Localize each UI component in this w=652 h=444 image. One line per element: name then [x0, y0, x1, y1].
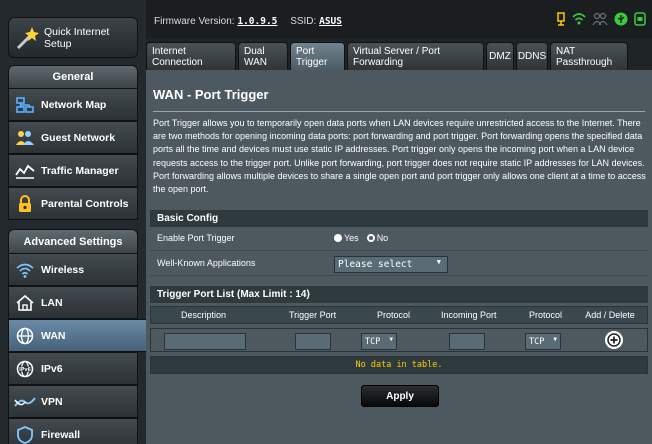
tab-bar: Internet Connection Dual WAN Port Trigge…	[146, 42, 652, 70]
protocol-value: TCP	[365, 336, 381, 347]
tab-virtual-server[interactable]: Virtual Server / Port Forwarding	[347, 42, 484, 70]
ipv6-icon: IPv6	[9, 360, 41, 378]
ssid-value[interactable]: ASUS	[319, 16, 342, 27]
clients-icon[interactable]	[592, 12, 608, 26]
advanced-settings-header: Advanced Settings	[8, 229, 138, 255]
firmware-version-link[interactable]: 1.0.9.5	[237, 16, 277, 27]
well-known-apps-row: Well-Known Applications Please select ▼	[150, 252, 648, 276]
magic-wand-icon	[9, 20, 44, 56]
col-description: Description	[181, 310, 227, 320]
page-title: WAN - Port Trigger	[153, 87, 269, 102]
top-status-bar: Firmware Version: 1.0.9.5 SSID: ASUS	[146, 0, 652, 38]
sidebar-item-lan[interactable]: LAN	[8, 286, 138, 319]
qis-label: Quick Internet Setup	[43, 25, 110, 50]
radio-yes[interactable]	[334, 234, 342, 242]
protocol-select-2[interactable]: TCP ▼	[525, 333, 561, 350]
sidebar-item-vpn[interactable]: VPN	[8, 385, 138, 418]
tab-ddns[interactable]: DDNS	[516, 42, 548, 70]
general-header: General	[8, 65, 138, 89]
sidebar-item-label: LAN	[41, 296, 63, 309]
notification-icon[interactable]	[556, 12, 566, 26]
chevron-down-icon: ▼	[553, 336, 557, 343]
sidebar-item-label: WAN	[41, 329, 66, 342]
main-panel: WAN - Port Trigger Port Trigger allows y…	[146, 70, 652, 444]
tab-nat-passthrough[interactable]: NAT Passthrough	[550, 42, 628, 70]
sidebar-item-guest-network[interactable]: Guest Network	[8, 121, 138, 154]
sidebar-item-label: Wireless	[41, 263, 85, 276]
svg-text:IPv6: IPv6	[19, 367, 31, 373]
radio-no[interactable]	[366, 234, 375, 242]
well-known-apps-select[interactable]: Please select ▼	[334, 256, 448, 273]
apply-button[interactable]: Apply	[361, 385, 439, 407]
sidebar-item-label: IPv6	[41, 362, 63, 375]
protocol-value-2: TCP	[529, 336, 545, 347]
enable-radio-group: Yes No	[334, 233, 388, 243]
col-trigger-port: Trigger Port	[289, 310, 337, 320]
well-known-apps-value: Please select	[338, 259, 413, 270]
no-data-message: No data in table.	[150, 356, 648, 374]
tab-dmz[interactable]: DMZ	[486, 42, 514, 70]
protocol-select[interactable]: TCP ▼	[361, 333, 397, 350]
wifi-icon	[9, 262, 41, 278]
incoming-port-input[interactable]	[449, 333, 485, 350]
enable-port-trigger-label: Enable Port Trigger	[157, 233, 235, 243]
chevron-down-icon: ▼	[389, 336, 393, 343]
sidebar-item-network-map[interactable]: Network Map	[8, 88, 138, 121]
tab-internet-connection[interactable]: Internet Connection	[146, 42, 236, 70]
col-add-delete: Add / Delete	[585, 310, 635, 320]
well-known-apps-label: Well-Known Applications	[157, 258, 256, 268]
ssid-label: SSID:	[290, 16, 317, 27]
trigger-input-row: TCP ▼ TCP ▼	[150, 328, 648, 352]
sidebar-item-parental-controls[interactable]: Parental Controls	[8, 187, 138, 220]
firewall-icon	[9, 425, 41, 444]
sidebar: Quick Internet Setup General Network Map…	[0, 0, 163, 444]
description-input[interactable]	[164, 333, 246, 350]
usb-icon[interactable]	[614, 12, 628, 26]
firmware-label: Firmware Version:	[154, 16, 235, 27]
sidebar-item-label: Network Map	[41, 98, 107, 111]
firmware-info: Firmware Version: 1.0.9.5 SSID: ASUS	[154, 16, 342, 27]
guest-network-icon	[9, 130, 41, 146]
sidebar-item-label: VPN	[41, 395, 63, 408]
col-protocol: Protocol	[377, 310, 411, 320]
vpn-icon	[9, 394, 41, 410]
wifi-status-icon[interactable]	[572, 12, 586, 26]
lock-icon	[9, 194, 41, 213]
home-icon	[9, 294, 41, 312]
sidebar-item-traffic-manager[interactable]: Traffic Manager	[8, 154, 138, 187]
title-divider	[153, 111, 645, 112]
sidebar-item-firewall[interactable]: Firewall	[8, 418, 138, 444]
sidebar-item-label: Firewall	[41, 428, 81, 441]
col-protocol-2: Protocol	[529, 310, 563, 320]
chevron-down-icon: ▼	[436, 258, 441, 266]
trigger-table-header: Description Trigger Port Protocol Incomi…	[150, 306, 648, 324]
sidebar-item-wireless[interactable]: Wireless	[8, 253, 138, 286]
sidebar-item-ipv6[interactable]: IPv6 IPv6	[8, 352, 138, 385]
trigger-port-input[interactable]	[295, 333, 331, 350]
globe-icon	[9, 327, 41, 345]
status-icons	[556, 12, 646, 26]
basic-config-header: Basic Config	[150, 210, 648, 227]
app-icon[interactable]	[634, 12, 646, 26]
col-incoming-port: Incoming Port	[441, 310, 497, 320]
tab-dual-wan[interactable]: Dual WAN	[238, 42, 288, 70]
radio-no-label[interactable]: No	[377, 233, 389, 243]
sidebar-item-label: Traffic Manager	[41, 164, 119, 177]
traffic-manager-icon	[9, 163, 41, 179]
sidebar-item-wan[interactable]: WAN	[8, 319, 163, 352]
radio-yes-label[interactable]: Yes	[344, 233, 359, 243]
trigger-port-list-header: Trigger Port List (Max Limit : 14)	[150, 286, 648, 303]
sidebar-item-label: Parental Controls	[41, 197, 129, 210]
enable-port-trigger-row: Enable Port Trigger Yes No	[150, 227, 648, 251]
add-icon[interactable]	[605, 331, 623, 349]
network-map-icon	[9, 96, 41, 113]
tab-port-trigger[interactable]: Port Trigger	[290, 42, 345, 70]
quick-internet-setup-button[interactable]: Quick Internet Setup	[8, 17, 138, 58]
page-description: Port Trigger allows you to temporarily o…	[153, 118, 646, 195]
sidebar-item-label: Guest Network	[41, 131, 116, 144]
